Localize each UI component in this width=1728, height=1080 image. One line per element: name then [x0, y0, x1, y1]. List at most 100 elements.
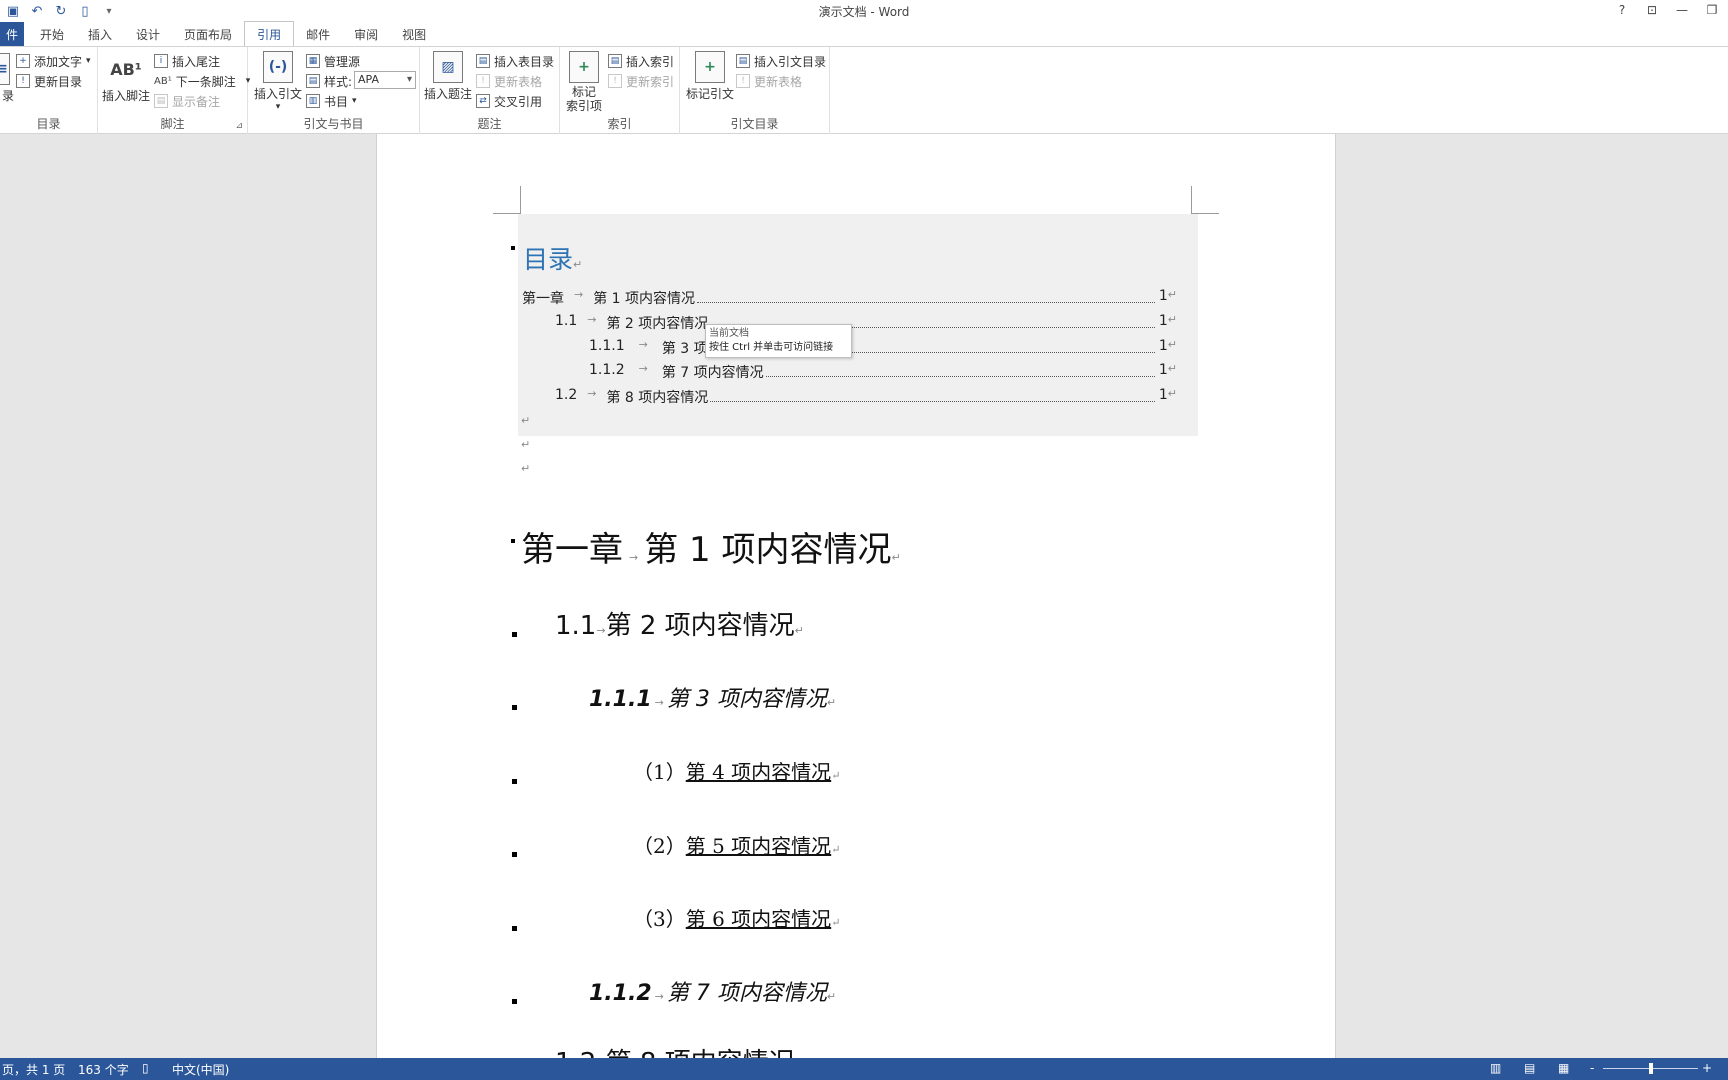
insert-citation-icon: (-)	[263, 51, 293, 83]
status-bar: 页，共 1 页 163 个字 ▯ 中文(中国) ▥ ▤ ▦ - +	[0, 1058, 1728, 1080]
tab-layout[interactable]: 页面布局	[172, 22, 244, 46]
toc-button[interactable]: ≡ 录	[0, 53, 14, 104]
index-group: + 标记 索引项 ▤ 插入索引 ! 更新索引 索引	[560, 47, 680, 134]
paragraph-mark: ↵	[521, 438, 531, 451]
update-index-button[interactable]: ! 更新索引	[608, 71, 674, 91]
read-mode-icon[interactable]: ▥	[1490, 1061, 1501, 1075]
next-footnote-label: 下一条脚注	[175, 74, 236, 89]
heading-3[interactable]: 1.1.1 → 第 3 项内容情况↵	[589, 681, 836, 713]
mark-entry-label-2: 索引项	[566, 99, 603, 113]
cross-reference-button[interactable]: ⇄ 交叉引用	[476, 91, 542, 111]
manage-sources-button[interactable]: ▦ 管理源	[306, 51, 360, 71]
paragraph-bullet	[512, 705, 517, 710]
ribbon: ≡ 录 + 添加文字 ▾ ! 更新目录 目录 AB¹ 插入脚注 i 插入尾注 A…	[0, 46, 1728, 134]
update-toc-button[interactable]: ! 更新目录	[16, 71, 82, 91]
link-tooltip: 当前文档 按住 Ctrl 并单击可访问链接	[705, 324, 852, 358]
update-authorities-icon: !	[736, 74, 750, 88]
mark-citation-button[interactable]: + 标记引文	[686, 51, 734, 102]
insert-authorities-icon: ▤	[736, 54, 750, 68]
tab-references[interactable]: 引用	[244, 21, 295, 46]
paragraph-bullet	[511, 539, 515, 543]
tab-file[interactable]: 件	[0, 22, 24, 46]
word-count[interactable]: 163 个字	[78, 1061, 129, 1078]
heading-2[interactable]: 1.2→第 8 项内容情况	[555, 1042, 795, 1058]
restore-button[interactable]: ❐	[1702, 1, 1722, 19]
heading-4[interactable]: （1）第 4 项内容情况↵	[633, 756, 840, 785]
footnote-group-label: 脚注	[160, 117, 185, 131]
insert-index-button[interactable]: ▤ 插入索引	[608, 51, 674, 71]
show-notes-icon: ▤	[154, 94, 168, 108]
show-notes-button[interactable]: ▤ 显示备注	[154, 91, 220, 111]
mark-entry-button[interactable]: + 标记 索引项	[566, 51, 602, 113]
zoom-out-button[interactable]: -	[1590, 1061, 1594, 1075]
paragraph-mark: ↵	[521, 414, 531, 427]
paragraph-bullet	[512, 779, 517, 784]
update-table-label: 更新表格	[494, 74, 543, 89]
paragraph-bullet	[512, 852, 517, 857]
heading-1[interactable]: 第一章 → 第 1 项内容情况↵	[521, 522, 901, 571]
bibliography-label: 书目	[324, 94, 349, 109]
add-text-icon: +	[16, 54, 30, 68]
mark-citation-label: 标记引文	[686, 87, 735, 101]
tab-view[interactable]: 视图	[390, 22, 438, 46]
document-area[interactable]: 目录↵ 第一章 → 第 1 项内容情况 1 ↵ 1.1 → 第 2 项内容情况 1 ↵ 1.1.…	[0, 134, 1728, 1058]
style-select[interactable]: APA	[354, 71, 416, 89]
add-text-label: 添加文字	[34, 54, 83, 69]
help-button[interactable]: ?	[1612, 1, 1632, 19]
insert-caption-button[interactable]: ▨ 插入题注	[424, 51, 472, 102]
style-label: 样式:	[324, 74, 353, 89]
heading-4[interactable]: （3）第 6 项内容情况↵	[633, 903, 840, 932]
update-authorities-label: 更新表格	[754, 74, 803, 89]
insert-footnote-button[interactable]: AB¹ 插入脚注	[102, 53, 150, 104]
proofing-icon[interactable]: ▯	[142, 1061, 149, 1075]
minimize-button[interactable]: —	[1672, 1, 1692, 19]
page-count[interactable]: 页，共 1 页	[2, 1061, 65, 1078]
chevron-down-icon: ▾	[352, 96, 357, 106]
tab-mailings[interactable]: 邮件	[294, 22, 342, 46]
insert-table-figures-button[interactable]: ▤ 插入表目录	[476, 51, 554, 71]
document-page[interactable]: 目录↵ 第一章 → 第 1 项内容情况 1 ↵ 1.1 → 第 2 项内容情况 1 ↵ 1.1.…	[376, 134, 1336, 1058]
cross-reference-label: 交叉引用	[494, 94, 543, 109]
toc-entry[interactable]: 1.1.1 → 第 3 项 1 ↵	[589, 338, 1177, 358]
next-footnote-button[interactable]: AB¹ 下一条脚注 ▾	[154, 71, 250, 91]
bibliography-button[interactable]: ▥ 书目 ▾	[306, 91, 357, 111]
heading-2[interactable]: 1.1→第 2 项内容情况↵	[555, 605, 804, 642]
add-text-button[interactable]: + 添加文字 ▾	[16, 51, 91, 71]
heading-3[interactable]: 1.1.2 → 第 7 项内容情况↵	[589, 975, 836, 1007]
web-layout-icon[interactable]: ▦	[1558, 1061, 1569, 1075]
zoom-slider-thumb[interactable]	[1649, 1063, 1653, 1074]
tab-home[interactable]: 开始	[28, 22, 76, 46]
index-group-label: 索引	[607, 117, 632, 131]
toc-group: ≡ 录 + 添加文字 ▾ ! 更新目录 目录	[0, 47, 98, 134]
toc-entry[interactable]: 1.1.2 → 第 7 项内容情况 1 ↵	[589, 362, 1177, 382]
heading-4[interactable]: （2）第 5 项内容情况↵	[633, 830, 840, 859]
insert-citation-button[interactable]: (-) 插入引文 ▾	[254, 51, 302, 112]
update-authorities-button[interactable]: ! 更新表格	[736, 71, 802, 91]
ribbon-tabs: 件 开始 插入 设计 页面布局 引用 邮件 审阅 视图	[0, 21, 1728, 46]
toc-entry[interactable]: 1.1 → 第 2 项内容情况 1 ↵	[555, 313, 1177, 333]
chevron-down-icon: ▾	[275, 102, 281, 112]
mark-entry-icon: +	[569, 51, 599, 83]
footnote-icon: AB¹	[110, 59, 142, 79]
toc-entry[interactable]: 1.2 → 第 8 项内容情况 1 ↵	[555, 387, 1177, 407]
tab-design[interactable]: 设计	[124, 22, 172, 46]
insert-endnote-button[interactable]: i 插入尾注	[154, 51, 220, 71]
paragraph-bullet	[512, 926, 517, 931]
manage-sources-icon: ▦	[306, 54, 320, 68]
tab-insert[interactable]: 插入	[76, 22, 124, 46]
dialog-launcher-icon[interactable]: ⊿	[235, 121, 243, 131]
update-index-icon: !	[608, 74, 622, 88]
crop-mark	[1191, 186, 1219, 214]
insert-authorities-button[interactable]: ▤ 插入引文目录	[736, 51, 826, 71]
language[interactable]: 中文(中国)	[172, 1061, 229, 1078]
print-layout-icon[interactable]: ▤	[1524, 1061, 1535, 1075]
manage-sources-label: 管理源	[324, 54, 361, 69]
toc-entry[interactable]: 第一章 → 第 1 项内容情况 1 ↵	[522, 288, 1177, 308]
update-table-button[interactable]: ! 更新表格	[476, 71, 542, 91]
window-title: 演示文档 - Word	[818, 5, 910, 19]
ribbon-display-button[interactable]: ⊡	[1642, 1, 1662, 19]
caption-group-label: 题注	[477, 117, 502, 131]
zoom-in-button[interactable]: +	[1702, 1061, 1712, 1075]
tab-review[interactable]: 审阅	[342, 22, 390, 46]
title-bar: ▣ ↶ ↻ ▯ ▾ 演示文档 - Word ? ⊡ — ❐	[0, 0, 1728, 22]
